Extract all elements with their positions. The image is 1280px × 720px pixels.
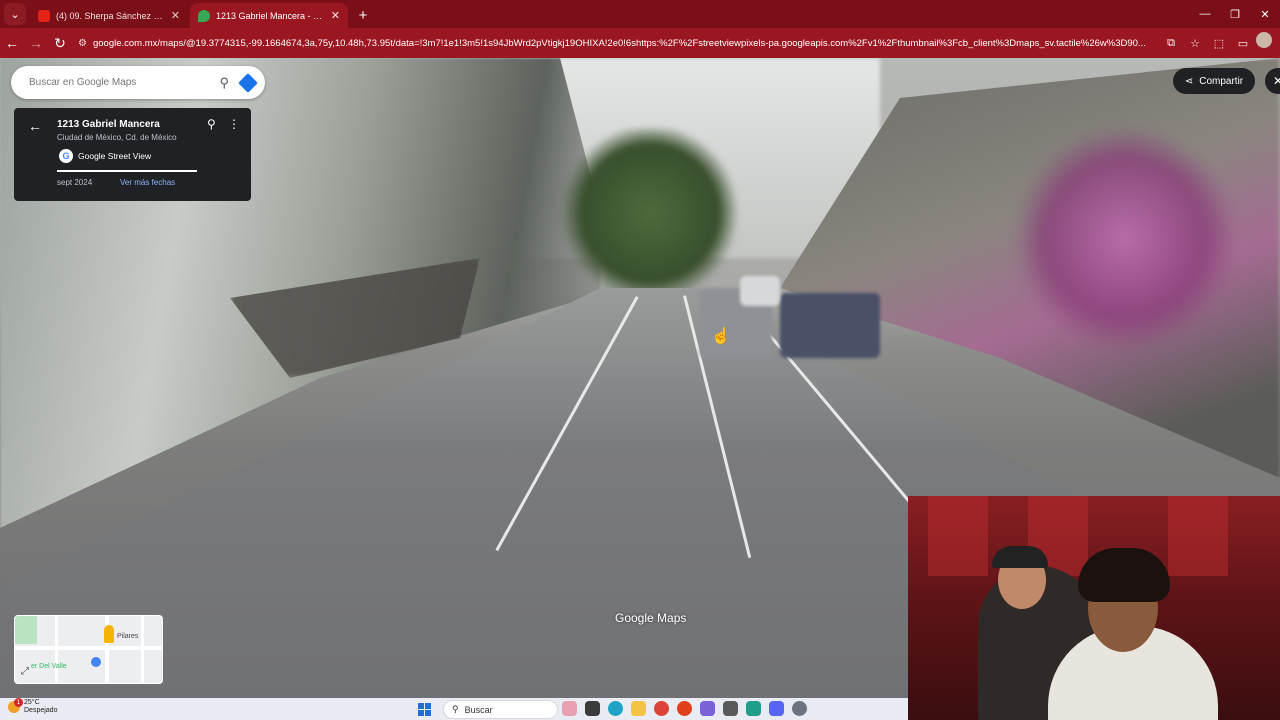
weather-condition: Despejado [24,707,58,714]
directions-icon[interactable] [238,72,258,93]
minimize-icon[interactable]: — [1190,0,1220,28]
minimap-label-pilares: Pilares [117,633,139,640]
minimap[interactable]: Pilares er Del Valle ⤢ [14,615,163,684]
street-view-info-card: ← 1213 Gabriel Mancera Ciudad de México,… [14,108,251,201]
reload-icon[interactable]: ↻ [48,35,72,52]
url-field[interactable]: ⚙ google.com.mx/maps/@19.3774315,-99.166… [78,32,1154,54]
widgets-icon[interactable] [562,701,577,716]
copilot-icon[interactable] [700,701,715,716]
google-maps-icon [198,9,210,22]
google-logo-icon: G [59,149,73,163]
place-city: Ciudad de México, Cd. de México [57,133,177,142]
url-text: google.com.mx/maps/@19.3774315,-99.16646… [92,37,1146,49]
tab-youtube[interactable]: (4) 09. Sherpa Sánchez - Party S ✕ [30,3,188,28]
share-button[interactable]: ⋖ Compartir [1173,68,1255,94]
flower-bush [1010,128,1240,348]
person-right-hair [1078,548,1170,602]
edge-icon[interactable] [608,701,623,716]
tab-bar: ⌄ (4) 09. Sherpa Sánchez - Party S ✕ 121… [0,0,1280,28]
source-label: Google Street View [78,151,152,161]
window-controls: — ❐ ✕ [1190,0,1280,28]
hand-cursor-icon: ☝ [711,328,731,345]
close-window-icon[interactable]: ✕ [1250,0,1280,28]
settings-icon[interactable] [792,701,807,716]
card-divider [57,170,197,172]
taskbar-search[interactable]: ⚲ Buscar [443,700,558,719]
extensions-icon[interactable]: ⬚ [1208,32,1230,54]
app-icon[interactable] [677,701,692,716]
install-app-icon[interactable]: ⧉ [1160,32,1182,54]
new-tab-button[interactable]: + [350,7,376,24]
background-panel [928,496,988,576]
task-view-icon[interactable] [585,701,600,716]
cast-icon[interactable]: ▭ [1232,32,1254,54]
pegman-icon[interactable] [104,625,114,643]
minimap-label-valle: er Del Valle [31,663,67,670]
sun-icon: 1 [8,698,23,713]
file-explorer-icon[interactable] [631,701,646,716]
search-icon: ⚲ [452,704,459,714]
location-pin-icon[interactable]: ⚲ [207,117,216,131]
app-icon[interactable] [723,701,738,716]
forward-icon[interactable]: → [24,35,48,51]
address-bar: ← → ↻ ⚙ google.com.mx/maps/@19.3774315,-… [0,28,1280,58]
more-options-icon[interactable]: ⋮ [228,117,240,131]
windows-taskbar: 1 25°C Despejado ⚲ Buscar [0,698,908,720]
tab-title: (4) 09. Sherpa Sánchez - Party S [56,10,165,21]
share-label: Compartir [1199,75,1244,87]
tab-google-maps[interactable]: 1213 Gabriel Mancera - Google ✕ [190,3,348,28]
back-icon[interactable]: ← [0,35,24,51]
person-left-cap [992,546,1048,568]
parked-car [740,276,780,306]
toolbar-icons: ⧉ ☆ ⬚ ▭ [1160,32,1272,54]
app-icon[interactable] [746,701,761,716]
tab-search-menu-icon[interactable]: ⌄ [4,3,26,25]
expand-map-icon[interactable]: ⤢ [21,666,29,677]
temperature: 25°C [24,699,40,706]
close-tab-icon[interactable]: ✕ [171,9,180,22]
see-more-dates-link[interactable]: Ver más fechas [120,178,175,187]
chrome-icon[interactable] [654,701,669,716]
trees [560,128,740,298]
back-arrow-icon[interactable]: ← [28,118,42,134]
search-input[interactable] [27,76,220,89]
shopping-pin-icon [91,657,101,667]
windows-start-icon[interactable] [418,703,431,716]
restore-icon[interactable]: ❐ [1220,0,1250,28]
minimap-park [15,616,37,644]
capture-date: sept 2024 [57,178,93,187]
google-maps-watermark: Google Maps [615,611,687,625]
minimap-street [55,616,58,683]
minimap-street [141,616,144,683]
background-panel [1168,496,1228,576]
taskbar-apps [562,701,807,716]
webcam-overlay [908,496,1280,720]
share-icon: ⋖ [1184,75,1194,87]
maps-search-box: ⚲ [11,66,265,99]
notification-badge: 1 [14,698,23,707]
taskbar-search-label: Buscar [464,704,493,715]
place-name: 1213 Gabriel Mancera [57,119,160,130]
parked-car [780,293,880,358]
discord-icon[interactable] [769,701,784,716]
close-tab-icon[interactable]: ✕ [331,9,340,22]
tab-title: 1213 Gabriel Mancera - Google [216,10,325,21]
bookmark-star-icon[interactable]: ☆ [1184,32,1206,54]
weather-widget[interactable]: 1 25°C Despejado [8,698,58,715]
imagery-source: G Google Street View [59,149,151,163]
profile-avatar[interactable] [1256,32,1272,48]
site-info-icon[interactable]: ⚙ [78,38,87,49]
search-icon[interactable]: ⚲ [219,75,229,91]
youtube-icon [38,9,50,22]
